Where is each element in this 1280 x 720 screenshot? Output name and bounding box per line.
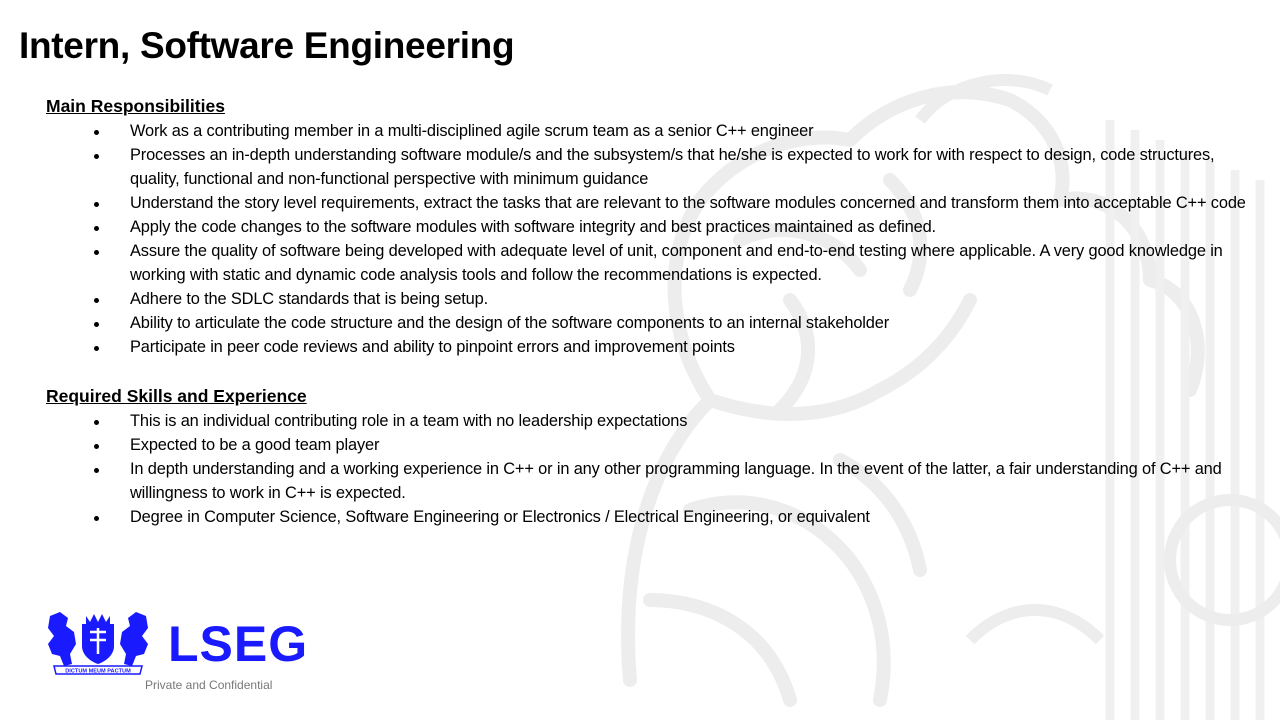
section-required-skills: Required Skills and Experience This is a… bbox=[46, 385, 1246, 529]
list-item-text: Expected to be a good team player bbox=[130, 436, 380, 454]
bullet-dot-icon bbox=[94, 516, 99, 521]
footer-confidential-note: Private and Confidential bbox=[145, 678, 273, 692]
bullet-list: This is an individual contributing role … bbox=[46, 409, 1246, 529]
list-item: Ability to articulate the code structure… bbox=[46, 311, 1246, 335]
lseg-logo-text: LSEG bbox=[168, 616, 309, 672]
list-item-text: This is an individual contributing role … bbox=[130, 412, 688, 430]
list-item: Work as a contributing member in a multi… bbox=[46, 119, 1246, 143]
section-main-responsibilities: Main Responsibilities Work as a contribu… bbox=[46, 95, 1246, 359]
list-item-text: Adhere to the SDLC standards that is bei… bbox=[130, 290, 489, 308]
slide-title: Intern, Software Engineering bbox=[19, 25, 515, 66]
crest-motto: DICTUM MEUM PACTUM bbox=[65, 669, 131, 675]
list-item: Degree in Computer Science, Software Eng… bbox=[46, 505, 1246, 529]
lseg-crest-icon: DICTUM MEUM PACTUM bbox=[48, 612, 148, 675]
slide-content: Main Responsibilities Work as a contribu… bbox=[46, 95, 1246, 529]
list-item: Assure the quality of software being dev… bbox=[46, 239, 1246, 287]
list-item-text: Processes an in-depth understanding soft… bbox=[130, 146, 1215, 188]
section-heading: Main Responsibilities bbox=[46, 96, 225, 116]
list-item: Participate in peer code reviews and abi… bbox=[46, 335, 1246, 359]
bullet-dot-icon bbox=[94, 226, 99, 231]
bullet-dot-icon bbox=[94, 202, 99, 207]
list-item: Processes an in-depth understanding soft… bbox=[46, 143, 1246, 191]
list-item-text: Work as a contributing member in a multi… bbox=[130, 122, 814, 140]
list-item-text: Ability to articulate the code structure… bbox=[130, 314, 890, 332]
list-item: Apply the code changes to the software m… bbox=[46, 215, 1246, 239]
list-item-text: Understand the story level requirements,… bbox=[130, 194, 1246, 212]
bullet-dot-icon bbox=[94, 298, 99, 303]
bullet-dot-icon bbox=[94, 130, 99, 135]
bullet-dot-icon bbox=[94, 322, 99, 327]
bullet-list: Work as a contributing member in a multi… bbox=[46, 119, 1246, 359]
list-item-text: In depth understanding and a working exp… bbox=[130, 460, 1222, 502]
list-item: In depth understanding and a working exp… bbox=[46, 457, 1246, 505]
bullet-dot-icon bbox=[94, 444, 99, 449]
list-item-text: Assure the quality of software being dev… bbox=[130, 242, 1223, 284]
list-item-text: Degree in Computer Science, Software Eng… bbox=[130, 508, 870, 526]
bullet-dot-icon bbox=[94, 420, 99, 425]
list-item: Understand the story level requirements,… bbox=[46, 191, 1246, 215]
list-item: Adhere to the SDLC standards that is bei… bbox=[46, 287, 1246, 311]
list-item: Expected to be a good team player bbox=[46, 433, 1246, 457]
bullet-dot-icon bbox=[94, 250, 99, 255]
list-item: This is an individual contributing role … bbox=[46, 409, 1246, 433]
list-item-text: Apply the code changes to the software m… bbox=[130, 218, 936, 236]
bullet-dot-icon bbox=[94, 346, 99, 351]
bullet-dot-icon bbox=[94, 468, 99, 473]
section-heading: Required Skills and Experience bbox=[46, 386, 307, 406]
list-item-text: Participate in peer code reviews and abi… bbox=[130, 338, 735, 356]
bullet-dot-icon bbox=[94, 154, 99, 159]
